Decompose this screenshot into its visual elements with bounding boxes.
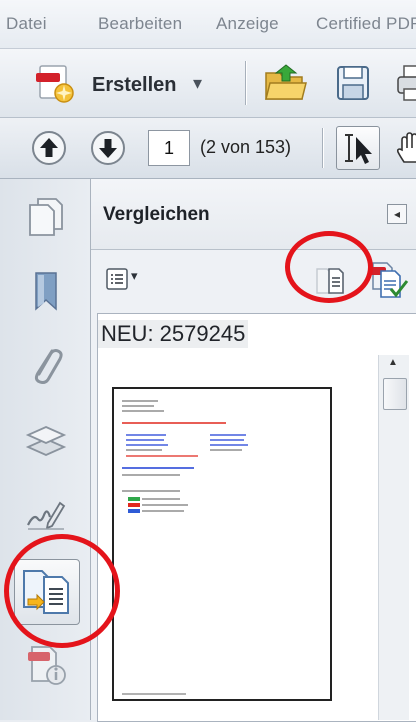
navigation-toolbar: 1 (2 von 153) [0,118,416,179]
print-icon [397,65,416,101]
compare-panel: Vergleichen ◂ ▾ NEU: 2579245 [91,179,416,722]
next-page-icon [91,131,125,165]
bookmarks-button[interactable] [18,263,74,319]
document-info-icon [28,646,66,685]
panel-header: Vergleichen ◂ [91,179,416,250]
hand-tool-icon [396,132,416,163]
vertical-scrollbar[interactable]: ▲ [378,355,409,720]
layers-icon [25,426,67,456]
page-number-input[interactable]: 1 [148,130,190,166]
select-tool-icon [345,134,372,164]
page-thumbnail[interactable] [112,387,332,701]
scroll-thumb[interactable] [383,378,407,410]
document-label: NEU: 2579245 [98,320,249,348]
page-content-preview [122,400,248,695]
menu-item-anzeige[interactable]: Anzeige [216,14,279,34]
create-label[interactable]: Erstellen [92,74,176,97]
create-button[interactable] [34,63,80,105]
previous-page-icon [32,131,66,165]
hand-tool-button[interactable] [392,128,416,168]
scroll-up-arrow[interactable]: ▲ [388,357,398,368]
compare-report-icon [370,262,409,298]
print-button[interactable] [394,63,416,103]
open-folder-icon [265,64,307,100]
main-toolbar: Erstellen ▾ [0,49,416,118]
signatures-button[interactable] [18,485,74,541]
create-pdf-icon [36,65,74,103]
attachment-icon [34,349,63,384]
options-menu-button[interactable]: ▾ [105,264,145,294]
pages-button[interactable] [18,189,74,245]
page-count-label: (2 von 153) [200,137,292,157]
next-page-button[interactable] [89,129,127,167]
menu-item-datei[interactable]: Datei [6,14,47,34]
toolbar-divider [322,128,323,168]
highlight-circle-left [4,534,120,648]
collapse-icon: ◂ [393,207,401,221]
bookmark-icon [35,272,57,311]
toolbar-divider [245,61,246,105]
save-icon [337,66,369,100]
compare-report-button[interactable] [367,259,411,299]
list-options-icon [106,268,128,290]
layers-button[interactable] [18,413,74,469]
menu-bar: Datei Bearbeiten Anzeige Certified PDF [0,0,416,49]
panel-title: Vergleichen [103,204,210,225]
chevron-down-icon: ▾ [131,268,138,283]
pages-icon [29,198,63,236]
menu-item-certified-pdf[interactable]: Certified PDF [316,14,416,34]
signature-icon [27,501,66,530]
chevron-down-icon[interactable]: ▾ [193,73,202,94]
attachments-button[interactable] [18,337,74,393]
menu-item-bearbeiten[interactable]: Bearbeiten [98,14,182,34]
collapse-panel-button[interactable]: ◂ [387,204,407,224]
open-button[interactable] [262,61,310,105]
previous-page-button[interactable] [30,129,68,167]
highlight-circle [285,231,373,303]
save-button[interactable] [334,63,374,103]
document-preview-area: NEU: 2579245 [97,313,416,722]
select-tool-button[interactable] [336,126,380,170]
